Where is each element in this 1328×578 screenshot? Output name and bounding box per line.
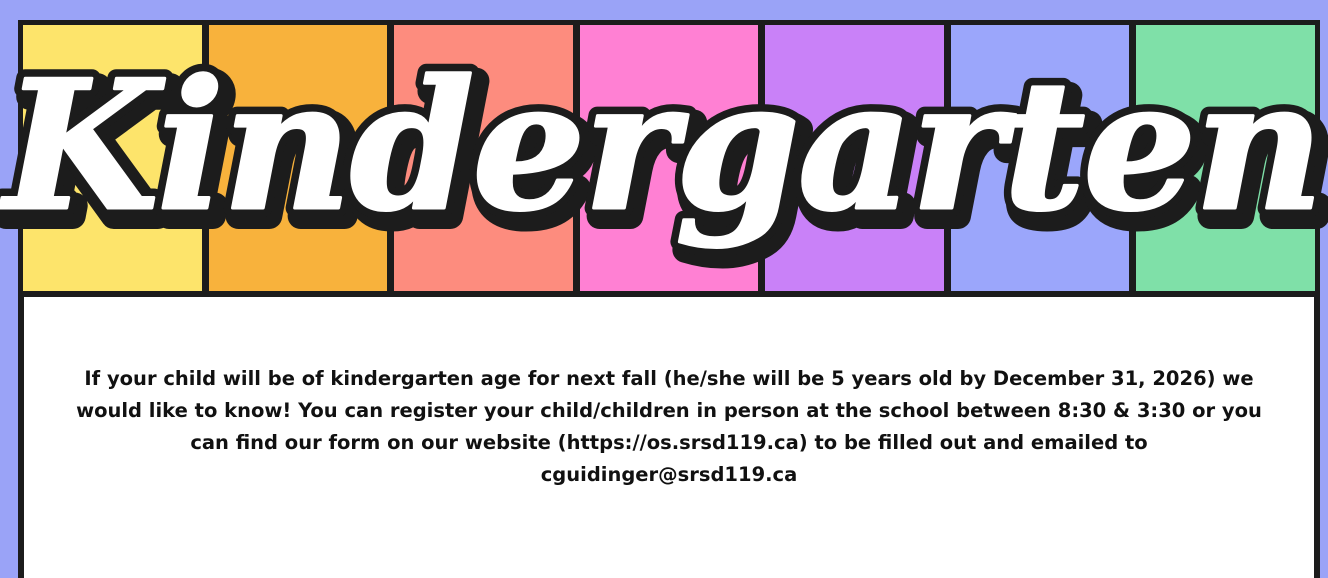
notice-panel: If your child will be of kindergarten ag… <box>24 297 1314 578</box>
kindergarten-title: Kindergarten Kindergarten Kindergarten <box>0 32 1328 271</box>
kindergarten-poster: Kindergarten Kindergarten Kindergarten I… <box>0 20 1328 578</box>
registration-notice: If your child will be of kindergarten ag… <box>76 367 1262 486</box>
title-fill: Kindergarten <box>0 41 1322 250</box>
